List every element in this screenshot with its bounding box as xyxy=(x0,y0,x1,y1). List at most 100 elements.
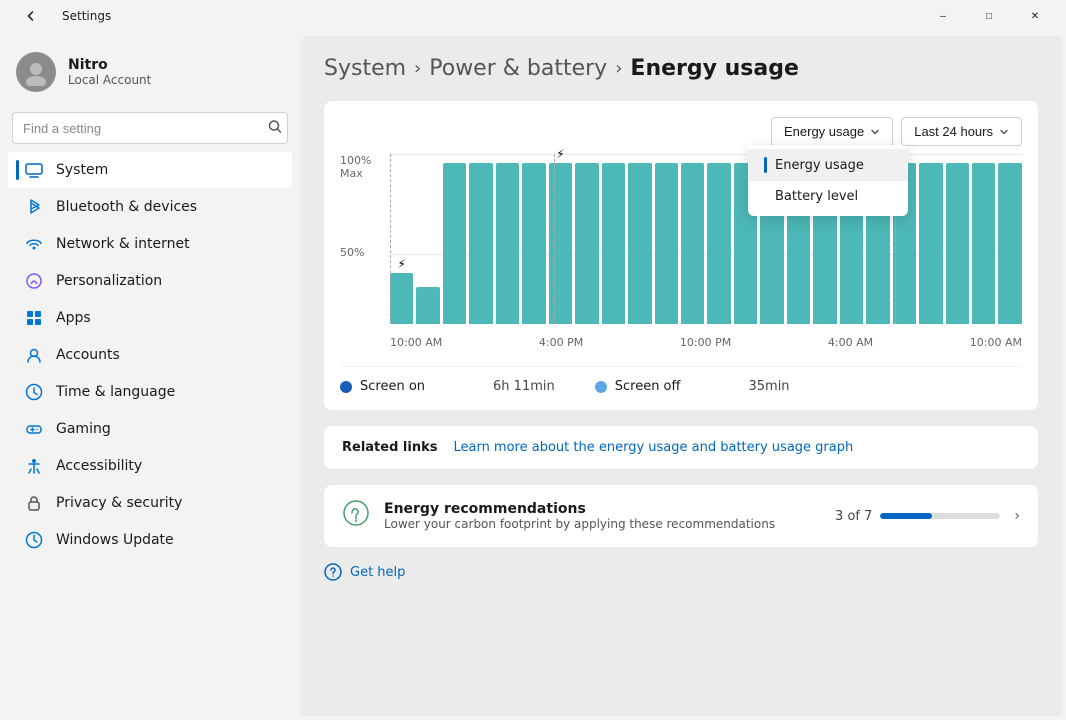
bar xyxy=(575,163,598,325)
sidebar-item-update[interactable]: Windows Update xyxy=(8,522,292,558)
avatar xyxy=(16,52,56,92)
chart-container: Energy usage Last 24 hours Energy usage xyxy=(324,101,1038,410)
chart-type-label: Energy usage xyxy=(784,124,864,139)
sidebar-item-label-update: Windows Update xyxy=(56,532,174,548)
sidebar-item-network[interactable]: Network & internet xyxy=(8,226,292,262)
chart-type-dropdown[interactable]: Energy usage xyxy=(771,117,893,146)
bar: ⚡ xyxy=(549,163,572,325)
breadcrumb-current: Energy usage xyxy=(630,56,798,81)
search-icon[interactable] xyxy=(268,120,282,137)
apps-icon xyxy=(24,308,44,328)
related-links: Related links Learn more about the energ… xyxy=(324,426,1038,469)
privacy-icon xyxy=(24,493,44,513)
bar-wrapper xyxy=(707,154,730,324)
sidebar-item-privacy[interactable]: Privacy & security xyxy=(8,485,292,521)
screen-on-dot xyxy=(340,381,352,393)
bar-wrapper: ⚡ xyxy=(390,154,413,324)
bar-wrapper xyxy=(522,154,545,324)
chart-type-menu: Energy usage Battery level xyxy=(748,145,908,216)
bar-wrapper xyxy=(602,154,625,324)
sidebar-item-apps[interactable]: Apps xyxy=(8,300,292,336)
bar-wrapper xyxy=(919,154,942,324)
window-controls: – □ ✕ xyxy=(920,0,1058,32)
system-icon xyxy=(24,160,44,180)
bar xyxy=(919,163,942,325)
bar-wrapper xyxy=(496,154,519,324)
personalization-icon xyxy=(24,271,44,291)
nav-list: System Bluetooth & devices Network & int… xyxy=(0,152,300,558)
bar xyxy=(946,163,969,325)
main-content: System › Power & battery › Energy usage … xyxy=(300,36,1062,716)
x-label-1: 4:00 PM xyxy=(539,336,583,349)
bar-wrapper xyxy=(628,154,651,324)
get-help-label: Get help xyxy=(350,565,405,580)
dropdown-item-battery[interactable]: Battery level xyxy=(748,181,908,212)
bar-wrapper xyxy=(443,154,466,324)
bar xyxy=(972,163,995,325)
search-input[interactable] xyxy=(12,112,288,144)
sidebar-item-system[interactable]: System xyxy=(8,152,292,188)
chart-controls: Energy usage Last 24 hours xyxy=(340,117,1022,146)
close-button[interactable]: ✕ xyxy=(1012,0,1058,32)
time-icon xyxy=(24,382,44,402)
time-range-label: Last 24 hours xyxy=(914,124,993,139)
breadcrumb-system[interactable]: System xyxy=(324,56,406,81)
time-range-dropdown[interactable]: Last 24 hours xyxy=(901,117,1022,146)
sidebar-item-accessibility[interactable]: Accessibility xyxy=(8,448,292,484)
bar-wrapper xyxy=(655,154,678,324)
progress-bar xyxy=(880,513,1000,519)
bar-wrapper xyxy=(681,154,704,324)
y-label-top: 100%Max xyxy=(340,154,390,180)
vert-line-2 xyxy=(554,154,555,324)
sidebar-item-label-privacy: Privacy & security xyxy=(56,495,182,511)
bar-wrapper xyxy=(469,154,492,324)
screen-off-stat: Screen off 35min xyxy=(595,379,790,394)
x-label-4: 10:00 AM xyxy=(970,336,1022,349)
recommendation-title: Energy recommendations xyxy=(384,501,821,517)
accessibility-icon xyxy=(24,456,44,476)
bar-wrapper: ⚡ xyxy=(549,154,572,324)
sidebar-item-gaming[interactable]: Gaming xyxy=(8,411,292,447)
bar: ⚡ xyxy=(390,273,413,324)
get-help[interactable]: Get help xyxy=(324,563,1038,581)
lightning-icon: ⚡ xyxy=(556,147,564,161)
x-label-0: 10:00 AM xyxy=(390,336,442,349)
maximize-button[interactable]: □ xyxy=(966,0,1012,32)
sidebar-item-personalization[interactable]: Personalization xyxy=(8,263,292,299)
recommendation-card[interactable]: Energy recommendations Lower your carbon… xyxy=(324,485,1038,547)
bar xyxy=(628,163,651,325)
sidebar-item-label-accounts: Accounts xyxy=(56,347,120,363)
vert-line-1 xyxy=(390,154,391,324)
minimize-button[interactable]: – xyxy=(920,0,966,32)
recommendation-icon xyxy=(342,499,370,533)
screen-stats: Screen on 6h 11min Screen off 35min xyxy=(340,366,1022,394)
bar-wrapper xyxy=(972,154,995,324)
sidebar-item-bluetooth[interactable]: Bluetooth & devices xyxy=(8,189,292,225)
sidebar-item-accounts[interactable]: Accounts xyxy=(8,337,292,373)
app-container: Nitro Local Account System Bluetooth & d… xyxy=(0,32,1066,720)
bar xyxy=(707,163,730,325)
related-link-energy[interactable]: Learn more about the energy usage and ba… xyxy=(453,440,853,455)
bar xyxy=(469,163,492,325)
accounts-icon xyxy=(24,345,44,365)
breadcrumb-power[interactable]: Power & battery xyxy=(429,56,607,81)
dropdown-item-energy[interactable]: Energy usage xyxy=(748,149,908,181)
sidebar-item-label-apps: Apps xyxy=(56,310,91,326)
bar-wrapper xyxy=(998,154,1021,324)
breadcrumb: System › Power & battery › Energy usage xyxy=(324,56,1038,81)
user-profile[interactable]: Nitro Local Account xyxy=(0,40,300,112)
user-info: Nitro Local Account xyxy=(68,57,151,87)
bar xyxy=(416,287,439,324)
sidebar-item-label-personalization: Personalization xyxy=(56,273,162,289)
sidebar: Nitro Local Account System Bluetooth & d… xyxy=(0,32,300,720)
bar xyxy=(443,163,466,325)
related-links-label: Related links xyxy=(342,440,437,455)
sidebar-item-time[interactable]: Time & language xyxy=(8,374,292,410)
progress-fill xyxy=(880,513,932,519)
screen-on-stat: Screen on 6h 11min xyxy=(340,379,555,394)
x-label-2: 10:00 PM xyxy=(680,336,731,349)
back-button[interactable] xyxy=(8,0,54,32)
sidebar-item-label-time: Time & language xyxy=(56,384,175,400)
network-icon xyxy=(24,234,44,254)
app-title: Settings xyxy=(62,9,111,23)
